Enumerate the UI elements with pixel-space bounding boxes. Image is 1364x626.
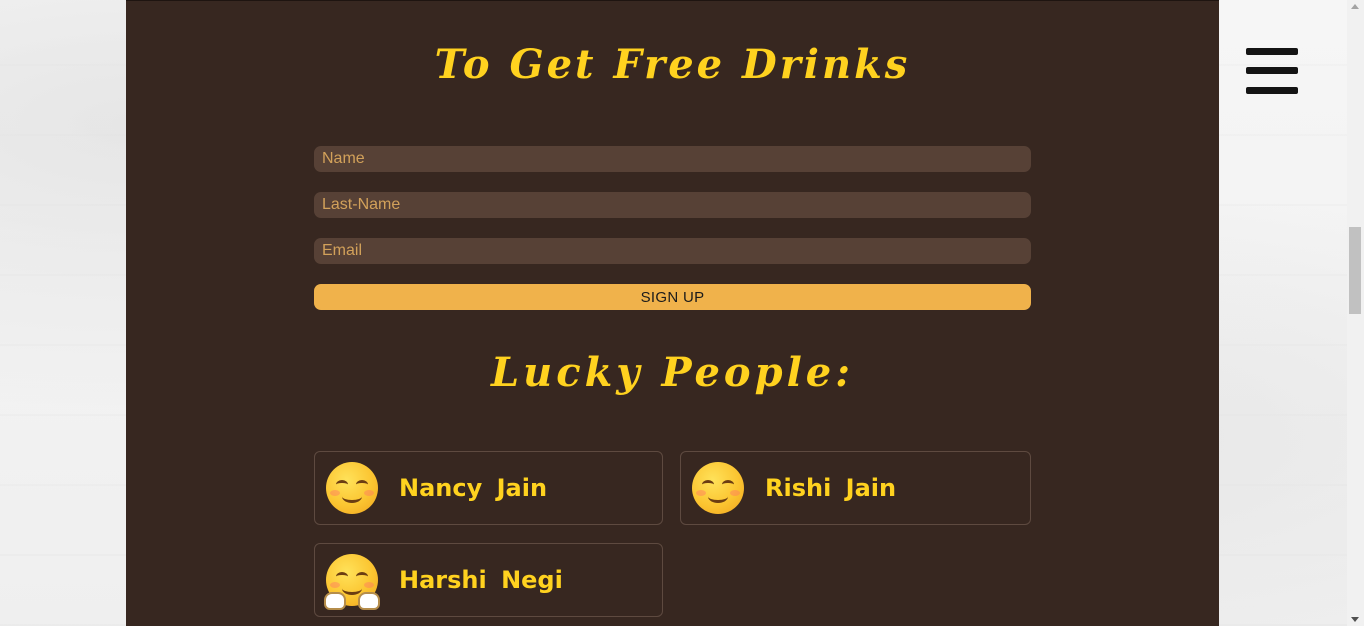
scroll-up-arrow-icon[interactable] <box>1351 4 1359 9</box>
smiling-face-icon <box>692 462 744 514</box>
signup-title: To Get Free Drinks <box>434 41 911 88</box>
lucky-people-title: Lucky People: <box>491 349 854 396</box>
email-input[interactable] <box>314 238 1031 264</box>
hamburger-menu-icon[interactable] <box>1246 48 1298 94</box>
lucky-person-name: Harshi Negi <box>399 566 563 594</box>
lucky-person-card: Rishi Jain <box>680 451 1031 525</box>
name-input[interactable] <box>314 146 1031 172</box>
lucky-person-name: Nancy Jain <box>399 474 548 502</box>
scroll-down-arrow-icon[interactable] <box>1351 617 1359 622</box>
hugging-face-icon <box>324 554 380 610</box>
vertical-scrollbar[interactable] <box>1347 0 1364 626</box>
lucky-person-name: Rishi Jain <box>765 474 897 502</box>
lucky-person-card: Harshi Negi <box>314 543 663 617</box>
smiling-face-icon <box>326 462 378 514</box>
scrollbar-thumb[interactable] <box>1349 227 1361 314</box>
main-panel: To Get Free Drinks SIGN UP Lucky People:… <box>126 0 1219 626</box>
last-name-input[interactable] <box>314 192 1031 218</box>
lucky-person-card: Nancy Jain <box>314 451 663 525</box>
sign-up-button[interactable]: SIGN UP <box>314 284 1031 310</box>
signup-form: SIGN UP <box>314 146 1031 310</box>
